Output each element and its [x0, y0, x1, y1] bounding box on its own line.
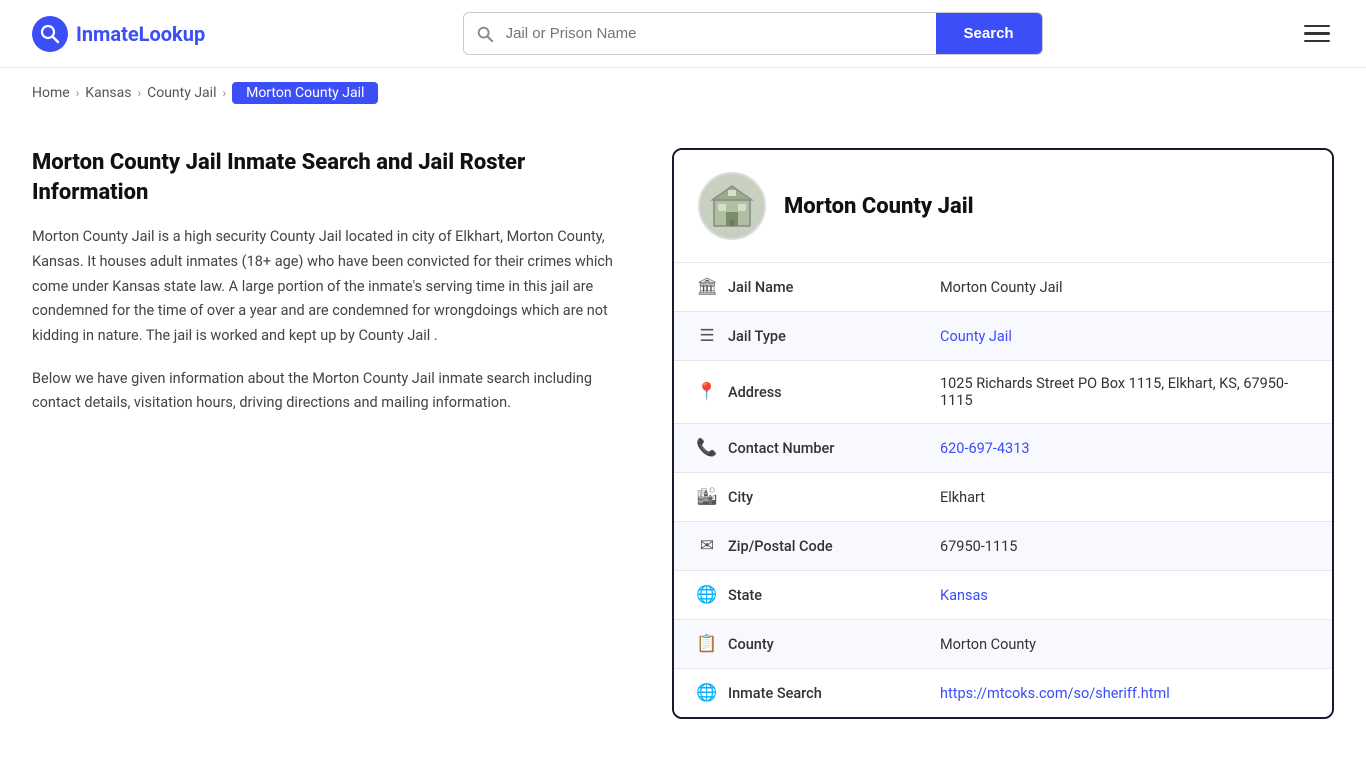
breadcrumb-state[interactable]: Kansas [85, 85, 131, 101]
card-jail-name: Morton County Jail [784, 194, 974, 219]
field-label-cell: 📍 Address [674, 361, 918, 424]
field-icon: ☰ [696, 326, 718, 346]
breadcrumb-home[interactable]: Home [32, 85, 70, 101]
field-link[interactable]: 620-697-4313 [940, 440, 1030, 457]
field-label: City [728, 489, 753, 506]
table-row: 🌐 State Kansas [674, 571, 1332, 620]
field-label: Zip/Postal Code [728, 538, 833, 555]
field-label-cell: ☰ Jail Type [674, 312, 918, 361]
field-link[interactable]: County Jail [940, 328, 1012, 345]
field-label-cell: 🏛 Jail Name [674, 263, 918, 312]
table-row: ☰ Jail Type County Jail [674, 312, 1332, 361]
breadcrumb-type[interactable]: County Jail [147, 85, 216, 101]
info-table: 🏛 Jail Name Morton County Jail ☰ Jail Type Co… [674, 263, 1332, 717]
page-description-2: Below we have given information about th… [32, 367, 624, 416]
card-header: Morton County Jail [674, 150, 1332, 263]
field-value-cell[interactable]: County Jail [918, 312, 1332, 361]
search-bar: Search [463, 12, 1043, 55]
chevron-icon: › [76, 86, 80, 100]
table-row: 🏛 Jail Name Morton County Jail [674, 263, 1332, 312]
chevron-icon: › [222, 86, 226, 100]
table-row: 📍 Address 1025 Richards Street PO Box 1115… [674, 361, 1332, 424]
field-value-cell[interactable]: 620-697-4313 [918, 424, 1332, 473]
field-value-cell: Morton County Jail [918, 263, 1332, 312]
field-label: Address [728, 384, 782, 401]
field-label: County [728, 636, 774, 653]
field-label: State [728, 587, 762, 604]
field-value-cell[interactable]: Kansas [918, 571, 1332, 620]
field-icon: ✉ [696, 536, 718, 556]
left-column: Morton County Jail Inmate Search and Jai… [32, 148, 672, 416]
field-value-cell: 67950-1115 [918, 522, 1332, 571]
main-content: Morton County Jail Inmate Search and Jai… [0, 118, 1366, 759]
field-label-cell: 🏙 City [674, 473, 918, 522]
logo-text: InmateLookup [76, 22, 205, 46]
table-row: 📋 County Morton County [674, 620, 1332, 669]
field-label-cell: ✉ Zip/Postal Code [674, 522, 918, 571]
field-value-cell[interactable]: https://mtcoks.com/so/sheriff.html [918, 669, 1332, 718]
chevron-icon: › [138, 86, 142, 100]
field-value-cell: 1025 Richards Street PO Box 1115, Elkhar… [918, 361, 1332, 424]
field-link[interactable]: https://mtcoks.com/so/sheriff.html [940, 685, 1170, 702]
table-row: 📞 Contact Number 620-697-4313 [674, 424, 1332, 473]
field-icon: 📋 [696, 634, 718, 654]
field-label-cell: 📞 Contact Number [674, 424, 918, 473]
field-icon: 🌐 [696, 585, 718, 605]
field-label-cell: 📋 County [674, 620, 918, 669]
field-label: Contact Number [728, 440, 834, 457]
table-row: ✉ Zip/Postal Code 67950-1115 [674, 522, 1332, 571]
field-icon: 🌐 [696, 683, 718, 703]
breadcrumb: Home › Kansas › County Jail › Morton Cou… [0, 68, 1366, 118]
menu-button[interactable] [1300, 21, 1334, 47]
page-title: Morton County Jail Inmate Search and Jai… [32, 148, 624, 207]
search-button[interactable]: Search [936, 13, 1042, 54]
search-icon [464, 25, 506, 43]
field-label-cell: 🌐 State [674, 571, 918, 620]
jail-info-card: Morton County Jail 🏛 Jail Name Morton Coun… [672, 148, 1334, 719]
logo[interactable]: InmateLookup [32, 16, 205, 52]
table-row: 🏙 City Elkhart [674, 473, 1332, 522]
field-label-cell: 🌐 Inmate Search [674, 669, 918, 718]
field-icon: 📞 [696, 438, 718, 458]
jail-avatar [698, 172, 766, 240]
field-value-cell: Elkhart [918, 473, 1332, 522]
breadcrumb-current: Morton County Jail [232, 82, 378, 104]
logo-icon [32, 16, 68, 52]
field-label: Jail Name [728, 279, 793, 296]
field-label: Inmate Search [728, 685, 822, 702]
field-icon: 📍 [696, 382, 718, 402]
header: InmateLookup Search [0, 0, 1366, 68]
field-value-cell: Morton County [918, 620, 1332, 669]
field-icon: 🏙 [696, 487, 718, 507]
field-icon: 🏛 [696, 277, 718, 297]
field-label: Jail Type [728, 328, 786, 345]
page-description-1: Morton County Jail is a high security Co… [32, 225, 624, 348]
search-input[interactable] [506, 13, 936, 54]
table-row: 🌐 Inmate Search https://mtcoks.com/so/sher… [674, 669, 1332, 718]
field-link[interactable]: Kansas [940, 587, 988, 604]
